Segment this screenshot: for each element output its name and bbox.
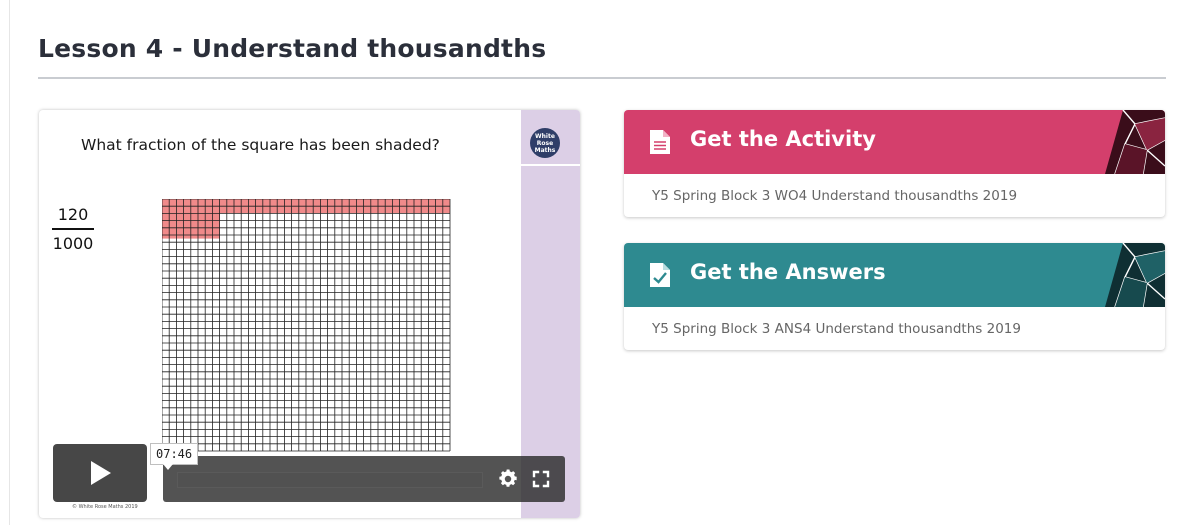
video-player[interactable]: White Rose Maths What fraction of the sq…: [39, 110, 580, 518]
left-divider: [9, 0, 10, 525]
thousandths-grid: [162, 199, 451, 452]
document-icon: [650, 130, 670, 154]
timestamp-tooltip: 07:46: [150, 443, 199, 470]
grid-lines: [162, 199, 451, 452]
answers-file-name[interactable]: Y5 Spring Block 3 ANS4 Understand thousa…: [652, 321, 1021, 337]
fullscreen-icon[interactable]: [531, 469, 551, 489]
gear-icon[interactable]: [497, 468, 519, 490]
play-icon: [91, 461, 111, 485]
video-control-bar: [163, 456, 565, 502]
geometric-decoration: [1105, 243, 1165, 307]
get-answers-button[interactable]: Get the Answers: [690, 260, 886, 284]
activity-file-name[interactable]: Y5 Spring Block 3 WO4 Understand thousan…: [652, 188, 1017, 204]
fraction-bar: [52, 228, 94, 230]
progress-bar[interactable]: [177, 472, 483, 488]
slide-fraction: 120 1000: [52, 205, 94, 254]
fraction-numerator: 120: [57, 205, 89, 224]
fraction-denominator: 1000: [52, 234, 94, 253]
white-rose-maths-logo: White Rose Maths: [530, 128, 560, 158]
play-button[interactable]: [53, 444, 147, 502]
title-divider: [38, 77, 1166, 79]
answers-card[interactable]: Get the Answers Y5 Spring Block 3 ANS4 U…: [624, 243, 1165, 350]
logo-divider: [521, 164, 580, 166]
slide-copyright: © White Rose Maths 2019: [72, 504, 138, 510]
geometric-decoration: [1105, 110, 1165, 174]
lesson-title: Lesson 4 - Understand thousandths: [38, 34, 547, 63]
slide-question: What fraction of the square has been sha…: [81, 136, 440, 154]
logo-text: White Rose Maths: [534, 132, 556, 154]
document-check-icon: [650, 263, 670, 287]
activity-card[interactable]: Get the Activity Y5 Spring Block 3 WO4 U…: [624, 110, 1165, 217]
get-activity-button[interactable]: Get the Activity: [690, 127, 876, 151]
activity-card-header[interactable]: Get the Activity: [624, 110, 1165, 174]
answers-card-header[interactable]: Get the Answers: [624, 243, 1165, 307]
